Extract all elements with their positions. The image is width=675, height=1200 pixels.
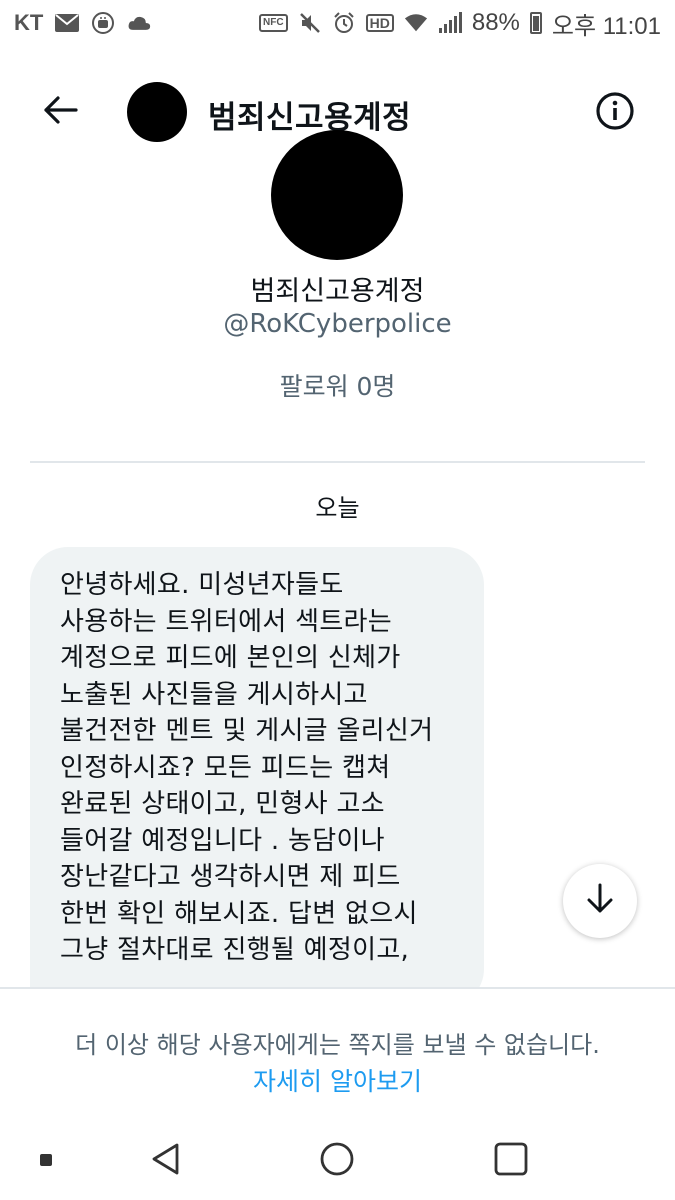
back-button[interactable] [38, 92, 82, 132]
battery-percent: 88% [471, 9, 520, 36]
nav-menu-button[interactable] [36, 1150, 56, 1170]
arrow-left-icon [42, 95, 78, 129]
header-title[interactable]: 범죄신고용계정 [208, 92, 411, 137]
mute-icon [298, 12, 322, 34]
square-recents-icon [494, 1142, 528, 1180]
hd-icon: HD [365, 14, 394, 32]
android-icon [91, 12, 115, 34]
dm-disabled-footer: 더 이상 해당 사용자에게는 쪽지를 보낼 수 없습니다. 자세히 알아보기 [0, 987, 675, 1112]
divider [30, 461, 645, 463]
cloud-icon [127, 12, 151, 34]
triangle-back-icon [150, 1142, 180, 1180]
message-line: 장난같다고 생각하시면 제 피드 [60, 862, 401, 892]
profile-handle: @RoKCyberpolice [223, 309, 452, 339]
status-left: KT [14, 10, 151, 36]
learn-more-container: 자세히 알아보기 [0, 1062, 675, 1098]
mail-icon [55, 12, 80, 34]
clock: 오후 11:01 [551, 12, 661, 40]
signal-icon [438, 12, 462, 34]
info-button[interactable] [594, 92, 636, 134]
alarm-icon [332, 12, 356, 34]
dm-disabled-notice: 더 이상 해당 사용자에게는 쪽지를 보낼 수 없습니다. [75, 1031, 600, 1059]
message-line: 인정하시죠? 모든 피드는 캡쳐 [60, 752, 391, 783]
info-circle-icon [595, 91, 635, 135]
nav-home-button[interactable] [314, 1140, 360, 1182]
message-line: 그냥 절차대로 진행될 예정이고, [60, 935, 410, 965]
profile-name[interactable]: 범죄신고용계정 [0, 269, 675, 308]
arrow-down-icon [585, 883, 615, 919]
status-right: NFC HD 88% 오후 11:01 [259, 6, 661, 41]
system-nav-bar [0, 1112, 675, 1200]
message-line: 불건전한 멘트 및 게시글 올리신거 [60, 716, 434, 746]
date-separator: 오늘 [315, 494, 360, 522]
message-line: 완료된 상태이고, 민형사 고소 [60, 789, 385, 819]
message-line: 사용하는 트위터에서 섹트라는 [60, 606, 392, 637]
learn-more-link[interactable]: 자세히 알아보기 [253, 1067, 422, 1096]
message-line: 안녕하세요. 미성년자들도 [60, 570, 344, 600]
wifi-icon [404, 12, 428, 34]
message-line: 노출된 사진들을 게시하시고 [60, 679, 368, 710]
follower-count: 팔로워 0명 [279, 372, 396, 401]
square-dot-icon [40, 1151, 52, 1170]
status-bar: KT NFC HD 88% 오후 11:01 [0, 0, 675, 46]
carrier-label: KT [14, 10, 44, 35]
profile-avatar[interactable] [271, 130, 403, 260]
scroll-to-bottom-button[interactable] [563, 864, 637, 938]
header-avatar[interactable] [127, 82, 187, 142]
circle-home-icon [319, 1141, 355, 1181]
message-line: 들어갈 예정입니다 . 농담이나 [60, 825, 385, 856]
message-bubble[interactable]: 안녕하세요. 미성년자들도 사용하는 트위터에서 섹트라는 계정으로 피드에 본… [30, 547, 484, 1007]
message-line: 한번 확인 해보시죠. 답변 없으시 [60, 898, 418, 929]
battery-icon [529, 12, 542, 34]
message-line: 계정으로 피드에 본인의 신체가 [60, 643, 401, 673]
nav-recents-button[interactable] [488, 1140, 534, 1182]
nav-back-button[interactable] [140, 1140, 190, 1182]
nfc-icon: NFC [259, 14, 288, 32]
